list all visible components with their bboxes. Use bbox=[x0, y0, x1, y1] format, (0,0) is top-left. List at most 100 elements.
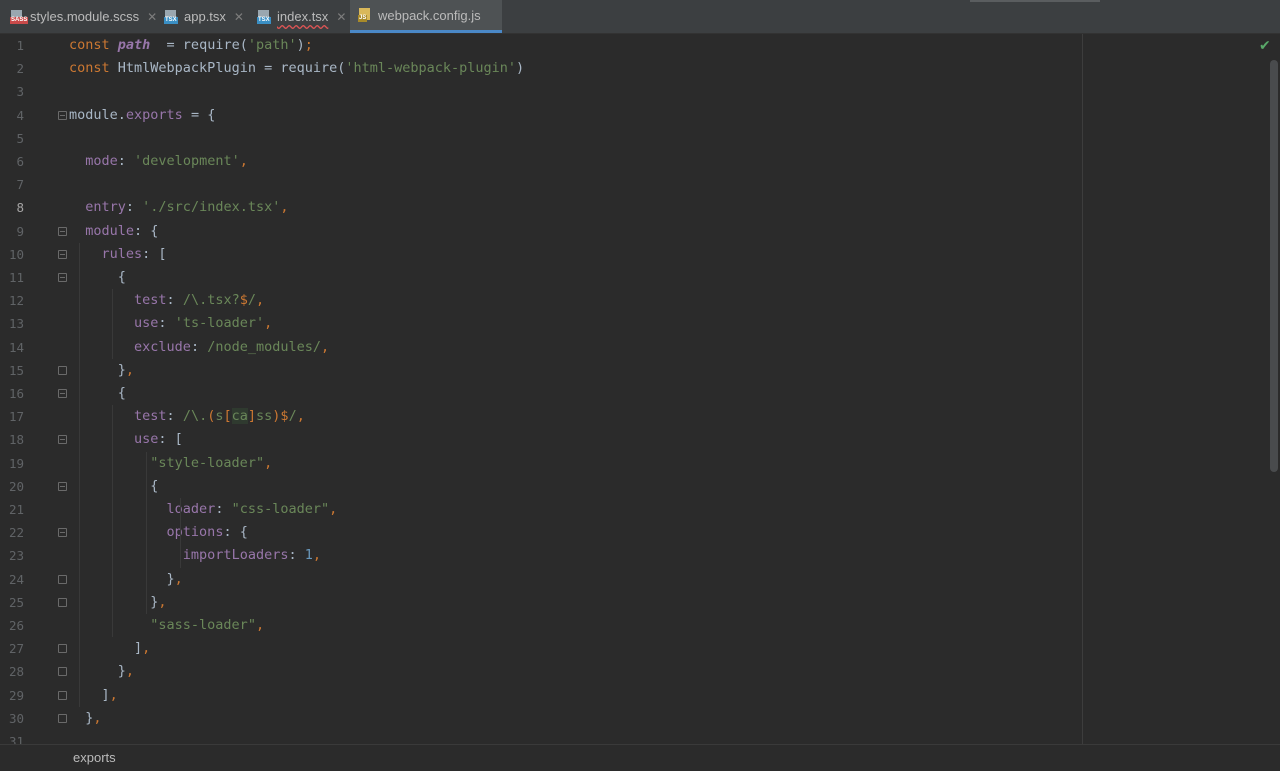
code-line[interactable]: 30 }, bbox=[0, 707, 1280, 730]
tab-scroll-indicator[interactable] bbox=[970, 0, 1100, 2]
code-line[interactable]: 5 bbox=[0, 127, 1280, 150]
code-line[interactable]: 23 importLoaders: 1, bbox=[0, 544, 1280, 567]
fold-end-icon[interactable] bbox=[58, 690, 67, 700]
code-token: 'html-webpack-plugin' bbox=[345, 60, 517, 77]
line-number: 12 bbox=[8, 293, 24, 309]
code-token: , bbox=[280, 199, 289, 216]
code-line[interactable]: 31 bbox=[0, 730, 1280, 744]
code-line[interactable]: 28 }, bbox=[0, 660, 1280, 683]
code-token: test bbox=[134, 292, 167, 309]
code-text: use: 'ts-loader', bbox=[69, 312, 272, 335]
code-token: = { bbox=[182, 106, 216, 123]
fold-collapse-icon[interactable] bbox=[58, 226, 67, 236]
code-line[interactable]: 19 "style-loader", bbox=[0, 452, 1280, 475]
code-line[interactable]: 25 }, bbox=[0, 591, 1280, 614]
fold-collapse-icon[interactable] bbox=[58, 249, 67, 259]
code-editor[interactable]: ✔ 1 const path = require('path'); 2 const H… bbox=[0, 34, 1280, 744]
close-icon[interactable]: ✕ bbox=[147, 10, 157, 24]
code-token: { bbox=[69, 385, 126, 401]
code-token: ] bbox=[69, 686, 110, 703]
close-icon[interactable]: ✕ bbox=[336, 10, 346, 24]
code-line[interactable]: 7 bbox=[0, 173, 1280, 196]
code-text: exclude: /node_modules/, bbox=[69, 336, 329, 359]
code-token: , bbox=[312, 547, 322, 564]
code-line[interactable]: 12 test: /\.tsx?$/, bbox=[0, 289, 1280, 312]
code-line[interactable]: 27 ], bbox=[0, 637, 1280, 660]
code-line[interactable]: 16 { bbox=[0, 382, 1280, 405]
code-token: "sass-loader" bbox=[150, 617, 256, 633]
code-line[interactable]: 21 loader: "css-loader", bbox=[0, 498, 1280, 521]
code-token: entry bbox=[85, 199, 126, 216]
code-line[interactable]: 2 const HtmlWebpackPlugin = require('html… bbox=[0, 57, 1280, 80]
code-token: , bbox=[329, 501, 338, 517]
code-token: , bbox=[321, 338, 330, 355]
fold-collapse-icon[interactable] bbox=[58, 481, 67, 491]
code-line[interactable]: 29 ], bbox=[0, 684, 1280, 707]
code-line[interactable]: 24 }, bbox=[0, 568, 1280, 591]
fold-end-icon[interactable] bbox=[58, 713, 67, 723]
code-token: const bbox=[69, 37, 118, 53]
code-text: { bbox=[69, 475, 158, 498]
code-line[interactable]: 22 options: { bbox=[0, 521, 1280, 544]
breadcrumb-item[interactable]: exports bbox=[73, 750, 116, 765]
code-line[interactable]: 15 }, bbox=[0, 359, 1280, 382]
fold-end-icon[interactable] bbox=[58, 574, 67, 584]
code-line[interactable]: 1 const path = require('path'); bbox=[0, 34, 1280, 57]
line-number: 24 bbox=[8, 571, 24, 587]
code-token: 'ts-loader' bbox=[174, 315, 265, 332]
fold-end-icon[interactable] bbox=[58, 667, 67, 677]
close-icon[interactable]: ✕ bbox=[234, 10, 244, 24]
code-token: )$ bbox=[272, 408, 289, 425]
code-token: options bbox=[166, 524, 224, 541]
code-line[interactable]: 6 mode: 'development', bbox=[0, 150, 1280, 173]
code-token: use bbox=[134, 315, 159, 332]
code-line[interactable]: 20 { bbox=[0, 475, 1280, 498]
fold-collapse-icon[interactable] bbox=[58, 528, 67, 538]
code-token: : bbox=[166, 292, 183, 309]
code-token: mode bbox=[85, 153, 118, 169]
indent-guide bbox=[112, 289, 113, 359]
line-number: 28 bbox=[8, 664, 24, 680]
code-line[interactable]: 14 exclude: /node_modules/, bbox=[0, 336, 1280, 359]
code-token: , bbox=[125, 663, 135, 680]
editor-tab-bar: SASS styles.module.scss ✕ TSX app.tsx ✕ … bbox=[0, 0, 1280, 34]
fold-collapse-icon[interactable] bbox=[58, 389, 67, 398]
code-token: , bbox=[174, 570, 183, 587]
code-line[interactable]: 26 "sass-loader", bbox=[0, 614, 1280, 637]
tab-app-tsx[interactable]: TSX app.tsx ✕ bbox=[164, 0, 244, 33]
code-line[interactable]: 4 module.exports = { bbox=[0, 104, 1280, 127]
fold-end-icon[interactable] bbox=[58, 644, 67, 654]
code-text: }, bbox=[69, 568, 183, 591]
line-number: 15 bbox=[8, 362, 24, 378]
code-token: "style-loader" bbox=[150, 454, 265, 471]
code-line[interactable]: 8 entry: './src/index.tsx', bbox=[0, 196, 1280, 219]
fold-collapse-icon[interactable] bbox=[58, 435, 67, 445]
fold-collapse-icon[interactable] bbox=[58, 273, 67, 282]
fold-collapse-icon[interactable] bbox=[58, 110, 67, 120]
code-line[interactable]: 13 use: 'ts-loader', bbox=[0, 312, 1280, 335]
line-number: 7 bbox=[16, 177, 24, 193]
tab-webpack-config-js[interactable]: JS webpack.config.js bbox=[350, 0, 502, 33]
fold-end-icon[interactable] bbox=[58, 365, 67, 375]
code-line[interactable]: 11 { bbox=[0, 266, 1280, 289]
code-token: exports bbox=[125, 106, 183, 123]
code-text: ], bbox=[69, 637, 150, 660]
tab-styles-module-scss[interactable]: SASS styles.module.scss ✕ bbox=[10, 0, 157, 33]
code-token: module. bbox=[69, 106, 126, 123]
line-number: 22 bbox=[8, 525, 24, 541]
code-token: , bbox=[158, 593, 167, 610]
code-line[interactable]: 18 use: [ bbox=[0, 428, 1280, 451]
code-line[interactable]: 3 bbox=[0, 80, 1280, 103]
code-line[interactable]: 9 module: { bbox=[0, 220, 1280, 243]
code-token: , bbox=[296, 408, 305, 425]
code-line[interactable]: 10 rules: [ bbox=[0, 243, 1280, 266]
line-number: 11 bbox=[8, 270, 24, 285]
code-line[interactable]: 17 test: /\.(s[ca]ss)$/, bbox=[0, 405, 1280, 428]
indent-guide bbox=[79, 242, 80, 707]
fold-end-icon[interactable] bbox=[58, 597, 67, 607]
tab-index-tsx[interactable]: TSX index.tsx ✕ bbox=[257, 0, 346, 33]
